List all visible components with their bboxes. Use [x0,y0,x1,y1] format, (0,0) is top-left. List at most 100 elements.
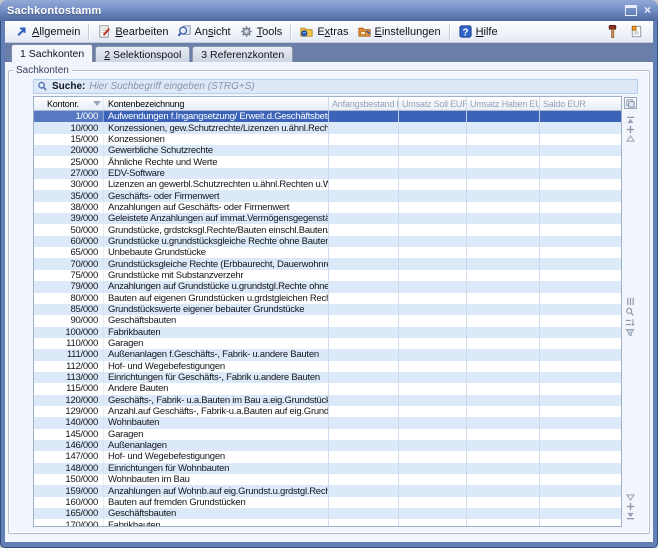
table-row[interactable]: 148/000 Einrichtungen für Wohnbauten [34,463,621,474]
table-row[interactable]: 112/000 Hof- und Wegebefestigungen [34,361,621,372]
saldo-cell [540,519,621,527]
table-row[interactable]: 75/000 Grundstücke mit Substanzverzehr [34,270,621,281]
account-number-cell: 30/000 [34,179,104,190]
filter-icon[interactable] [625,328,635,337]
account-number-cell: 60/000 [34,236,104,247]
table-row[interactable]: 80/000 Bauten auf eigenen Grundstücken u… [34,293,621,304]
go-to-last-icon[interactable] [626,512,635,520]
table-row[interactable]: 25/000 Ähnliche Rechte und Werte [34,156,621,167]
saldo-cell [540,122,621,133]
account-number-cell: 145/000 [34,429,104,440]
account-number-cell: 39/000 [34,213,104,224]
titlebar[interactable]: Sachkontostamm × [0,0,658,21]
header-umsatz-soll[interactable]: Umsatz Soll EUR [399,97,467,110]
table-row[interactable]: 35/000 Geschäfts- oder Firmenwert [34,190,621,201]
zoom-icon[interactable] [625,307,635,317]
tab-sachkonten[interactable]: 1 Sachkonten [11,44,93,62]
table-row[interactable]: 113/000 Einrichtungen für Geschäfts-, Fa… [34,372,621,383]
table-row[interactable]: 15/000 Konzessionen [34,134,621,145]
umsatz-soll-cell [399,395,467,406]
toolbar-item-allgemein[interactable]: Allgemein [10,23,84,40]
umsatz-haben-cell [467,383,540,394]
umsatz-soll-cell [399,236,467,247]
saldo-cell [540,372,621,383]
table-row[interactable]: 145/000 Garagen [34,429,621,440]
table-row[interactable]: 85/000 Grundstückswerte eigener bebauter… [34,304,621,315]
account-name-cell: EDV-Software [104,168,329,179]
sort-rows-icon[interactable] [625,318,635,327]
table-row[interactable]: 10/000 Konzessionen, gew.Schutzrechte/Li… [34,122,621,133]
table-row[interactable]: 150/000 Wohnbauten im Bau [34,474,621,485]
tab-referenzkonten[interactable]: 3 Referenzkonten [192,46,293,62]
toolbar-item-bearbeiten[interactable]: Bearbeiten [93,23,172,40]
tab-selektionspool[interactable]: 2 Selektionspool [95,46,190,62]
table-row[interactable]: 39/000 Geleistete Anzahlungen auf immat.… [34,213,621,224]
toolbar-separator [290,24,291,40]
table-row[interactable]: 111/000 Außenanlagen f.Geschäfts-, Fabri… [34,349,621,360]
anfangsbestand-cell [329,304,399,315]
umsatz-haben-cell [467,417,540,428]
table-row[interactable]: 129/000 Anzahl.auf Geschäfts-, Fabrik-u.… [34,406,621,417]
table-row[interactable]: 120/000 Geschäfts-, Fabrik- u.a.Bauten i… [34,395,621,406]
account-name-cell: Bauten auf fremden Grundstücken [104,497,329,508]
scroll-down-icon[interactable] [626,502,635,511]
table-row[interactable]: 90/000 Geschäftsbauten [34,315,621,326]
scroll-up-icon[interactable] [626,125,635,134]
accounts-table: Kontonr. Kontenbezeichnung Anfangsbestan… [33,96,622,527]
columns-icon[interactable] [626,297,635,306]
account-number-cell: 148/000 [34,463,104,474]
header-saldo[interactable]: Saldo EUR [540,97,621,110]
toolbar-item-hilfe[interactable]: ? Hilfe [454,23,502,40]
table-row[interactable]: 79/000 Anzahlungen auf Grundstücke u.gru… [34,281,621,292]
account-number-cell: 100/000 [34,327,104,338]
header-kontenbezeichnung[interactable]: Kontenbezeichnung [104,97,329,110]
table-row[interactable]: 110/000 Garagen [34,338,621,349]
table-row[interactable]: 70/000 Grundstücksgleiche Rechte (Erbbau… [34,258,621,269]
page-up-icon[interactable] [626,135,635,142]
saldo-cell [540,236,621,247]
umsatz-soll-cell [399,190,467,201]
hammer-icon[interactable] [605,24,620,39]
header-umsatz-haben[interactable]: Umsatz Haben EUR [467,97,540,110]
umsatz-soll-cell [399,258,467,269]
search-input[interactable] [89,81,634,92]
table-row[interactable]: 50/000 Grundstücke, grdstcksgl.Rechte/Ba… [34,224,621,235]
umsatz-haben-cell [467,372,540,383]
umsatz-haben-cell [467,304,540,315]
table-row[interactable]: 65/000 Unbebaute Grundstücke [34,247,621,258]
table-row[interactable]: 115/000 Andere Bauten [34,383,621,394]
table-row[interactable]: 27/000 EDV-Software [34,168,621,179]
table-row[interactable]: 20/000 Gewerbliche Schutzrechte [34,145,621,156]
app-window: Sachkontostamm × Allgemein Bearbeiten An… [0,0,658,548]
go-to-first-icon[interactable] [626,116,635,124]
table-row[interactable]: 140/000 Wohnbauten [34,417,621,428]
table-row[interactable]: 159/000 Anzahlungen auf Wohnb.auf eig.Gr… [34,485,621,496]
header-anfangsbestand[interactable]: Anfangsbestand EUR [329,97,399,110]
table-row[interactable]: 38/000 Anzahlungen auf Geschäfts- oder F… [34,202,621,213]
account-name-cell: Lizenzen an gewerbl.Schutzrechten u.ähnl… [104,179,329,190]
notes-icon[interactable] [629,24,644,39]
maximize-icon[interactable] [625,5,637,16]
header-kontonr[interactable]: Kontonr. [34,97,104,110]
table-row[interactable]: 30/000 Lizenzen an gewerbl.Schutzrechten… [34,179,621,190]
umsatz-soll-cell [399,315,467,326]
toolbar-item-tools[interactable]: Tools [235,23,287,40]
table-row[interactable]: 147/000 Hof- und Wegebefestigungen [34,451,621,462]
table-row[interactable]: 1/000 Aufwendungen f.Ingangsetzung/ Erwe… [34,111,621,122]
toolbar-item-einstellungen[interactable]: Einstellungen [353,23,445,40]
table-row[interactable]: 60/000 Grundstücke u.grundstücksgleiche … [34,236,621,247]
saldo-cell [540,406,621,417]
copy-rows-icon[interactable] [624,97,637,109]
table-row[interactable]: 165/000 Geschäftsbauten [34,508,621,519]
table-row[interactable]: 146/000 Außenanlagen [34,440,621,451]
table-row[interactable]: 170/000 Fabrikbauten [34,519,621,527]
toolbar-item-extras[interactable]: Extras [295,23,352,40]
umsatz-soll-cell [399,417,467,428]
toolbar-item-ansicht[interactable]: Ansicht [173,23,235,40]
close-icon[interactable]: × [644,5,651,16]
search-box[interactable]: Suche: [33,79,638,94]
page-down-icon[interactable] [626,494,635,501]
account-number-cell: 15/000 [34,134,104,145]
table-row[interactable]: 160/000 Bauten auf fremden Grundstücken [34,497,621,508]
table-row[interactable]: 100/000 Fabrikbauten [34,327,621,338]
